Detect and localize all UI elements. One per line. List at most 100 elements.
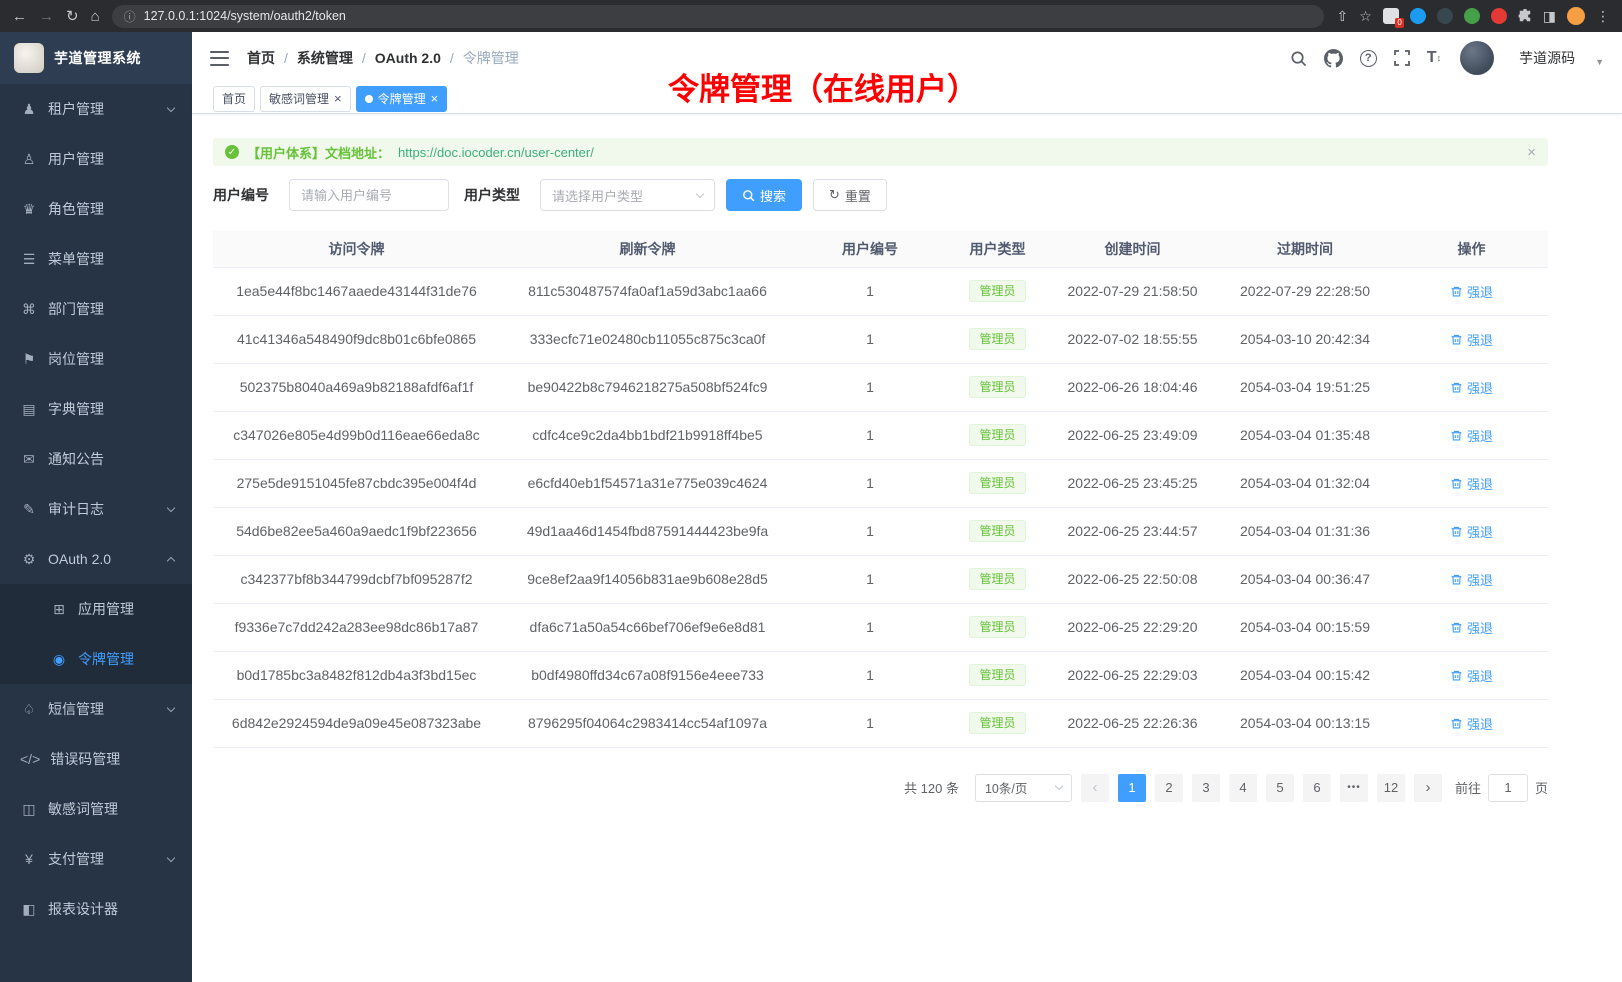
sidebar-item-oauth2[interactable]: ⚙ OAuth 2.0: [0, 534, 192, 584]
token-signal-icon: ◉: [50, 651, 68, 668]
sidebar-item-tenant[interactable]: ♟ 租户管理: [0, 84, 192, 134]
table-row: 1ea5e44f8bc1467aaede43144f31de76 811c530…: [213, 267, 1548, 315]
font-size-icon[interactable]: T↕: [1427, 49, 1441, 67]
chevron-down-icon[interactable]: ▼: [1595, 57, 1604, 67]
sidebar-item-error-code[interactable]: </> 错误码管理: [0, 734, 192, 784]
user-type-placeholder: 请选择用户类型: [552, 186, 643, 205]
search-icon[interactable]: [1290, 50, 1307, 67]
more-pages-button[interactable]: •••: [1340, 774, 1368, 802]
tab-sensitive-word[interactable]: 敏感词管理 ×: [260, 86, 351, 112]
forward-icon[interactable]: →: [39, 9, 54, 24]
sidebar-collapse-icon[interactable]: [210, 51, 229, 66]
role-icon: ♛: [20, 201, 38, 218]
next-page-button[interactable]: ›: [1414, 774, 1442, 802]
sidebar-item-oauth2-token[interactable]: ◉ 令牌管理: [0, 634, 192, 684]
sidebar-item-pay[interactable]: ¥ 支付管理: [0, 834, 192, 884]
force-logout-button[interactable]: 强退: [1450, 570, 1493, 589]
sidebar-item-notice[interactable]: ✉ 通知公告: [0, 434, 192, 484]
table-row: b0d1785bc3a8482f812db4a3f3bd15ec b0df498…: [213, 651, 1548, 699]
tab-home[interactable]: 首页: [213, 86, 255, 112]
browser-menu-icon[interactable]: ⋮: [1596, 8, 1610, 25]
tab-oauth2-token[interactable]: 令牌管理 ×: [356, 86, 448, 112]
help-icon[interactable]: ?: [1360, 50, 1377, 67]
force-logout-button[interactable]: 强退: [1450, 282, 1493, 301]
page-3-button[interactable]: 3: [1192, 774, 1220, 802]
github-icon[interactable]: [1324, 49, 1343, 68]
reload-icon[interactable]: ↻: [66, 9, 79, 24]
breadcrumb-separator: /: [284, 50, 288, 66]
user-type-label: 用户类型: [464, 185, 520, 205]
browser-panel-icon[interactable]: ◨: [1543, 8, 1556, 25]
sidebar-item-oauth2-application[interactable]: ⊞ 应用管理: [0, 584, 192, 634]
user-name[interactable]: 芋道源码: [1519, 48, 1575, 68]
page-4-button[interactable]: 4: [1229, 774, 1257, 802]
extension-icon-3[interactable]: [1437, 8, 1453, 24]
close-icon[interactable]: ×: [334, 92, 342, 105]
force-logout-button[interactable]: 强退: [1450, 714, 1493, 733]
sms-shield-icon: ♤: [20, 701, 38, 718]
alert-close-icon[interactable]: ×: [1527, 144, 1536, 161]
user-type-tag: 管理员: [969, 712, 1025, 734]
user-type-select[interactable]: 请选择用户类型: [540, 179, 715, 211]
delete-icon: [1450, 525, 1463, 538]
token-table: 访问令牌 刷新令牌 用户编号 用户类型 创建时间 过期时间 操作 1ea5e44…: [213, 231, 1548, 748]
page-size-select[interactable]: 10条/页: [975, 774, 1072, 802]
share-icon[interactable]: ⇧: [1336, 8, 1348, 25]
sidebar-item-post[interactable]: ⚑ 岗位管理: [0, 334, 192, 384]
refresh-icon: ↻: [829, 187, 840, 203]
sidebar-item-dict[interactable]: ▤ 字典管理: [0, 384, 192, 434]
pagination: 共 120 条 10条/页 ‹ 123456•••12 › 前往 页: [213, 774, 1548, 802]
page-content: ✓ 【用户体系】文档地址： https://doc.iocoder.cn/use…: [192, 114, 1622, 982]
page-1-button[interactable]: 1: [1118, 774, 1146, 802]
doc-link[interactable]: https://doc.iocoder.cn/user-center/: [398, 145, 594, 160]
app-window: 芋道管理系统 ♟ 租户管理 ♙ 用户管理 ♛ 角色管理 ☰ 菜单管理 ⌘ 部门管…: [0, 32, 1622, 982]
page-6-button[interactable]: 6: [1303, 774, 1331, 802]
extension-icon-1[interactable]: 0: [1383, 8, 1399, 24]
address-bar[interactable]: ⓘ 127.0.0.1:1024/system/oauth2/token: [112, 5, 1325, 28]
extension-icon-2[interactable]: [1410, 8, 1426, 24]
breadcrumb-item[interactable]: 系统管理: [297, 48, 353, 68]
user-id-input[interactable]: [289, 179, 449, 211]
extensions-puzzle-icon[interactable]: [1518, 9, 1532, 23]
app-logo[interactable]: 芋道管理系统: [0, 32, 192, 84]
sidebar-item-user[interactable]: ♙ 用户管理: [0, 134, 192, 184]
bookmark-star-icon[interactable]: ☆: [1359, 8, 1372, 25]
browser-profile-avatar[interactable]: [1567, 7, 1585, 25]
sidebar-item-audit-log[interactable]: ✎ 审计日志: [0, 484, 192, 534]
force-logout-button[interactable]: 强退: [1450, 330, 1493, 349]
force-logout-button[interactable]: 强退: [1450, 666, 1493, 685]
force-logout-button[interactable]: 强退: [1450, 474, 1493, 493]
breadcrumb-item[interactable]: 首页: [247, 48, 275, 68]
site-info-icon[interactable]: ⓘ: [124, 8, 136, 25]
sidebar-item-dept[interactable]: ⌘ 部门管理: [0, 284, 192, 334]
user-type-tag: 管理员: [969, 328, 1025, 350]
extension-icon-5[interactable]: [1491, 8, 1507, 24]
breadcrumb: 首页/系统管理/OAuth 2.0/令牌管理: [247, 48, 519, 68]
page-5-button[interactable]: 5: [1266, 774, 1294, 802]
sidebar-item-role[interactable]: ♛ 角色管理: [0, 184, 192, 234]
sidebar-item-sms[interactable]: ♤ 短信管理: [0, 684, 192, 734]
sidebar-item-menu[interactable]: ☰ 菜单管理: [0, 234, 192, 284]
page-2-button[interactable]: 2: [1155, 774, 1183, 802]
sidebar-item-report-designer[interactable]: ◧ 报表设计器: [0, 884, 192, 934]
force-logout-button[interactable]: 强退: [1450, 522, 1493, 541]
sidebar-item-sensitive-word[interactable]: ◫ 敏感词管理: [0, 784, 192, 834]
fullscreen-icon[interactable]: [1394, 50, 1410, 66]
force-logout-button[interactable]: 强退: [1450, 378, 1493, 397]
goto-page-input[interactable]: [1488, 774, 1528, 802]
back-icon[interactable]: ←: [12, 9, 27, 24]
close-icon[interactable]: ×: [431, 92, 439, 105]
user-avatar[interactable]: [1460, 41, 1494, 75]
chevron-down-icon: [1055, 782, 1063, 790]
extension-icon-4[interactable]: [1464, 8, 1480, 24]
breadcrumb-item[interactable]: OAuth 2.0: [375, 50, 441, 66]
prev-page-button[interactable]: ‹: [1081, 774, 1109, 802]
search-button[interactable]: 搜索: [726, 179, 802, 211]
reset-button[interactable]: ↻ 重置: [813, 179, 887, 211]
home-icon[interactable]: ⌂: [91, 9, 100, 24]
page-12-button[interactable]: 12: [1377, 774, 1405, 802]
browser-toolbar-right: ⇧ ☆ 0 ◨ ⋮: [1336, 7, 1610, 25]
breadcrumb-item: 令牌管理: [463, 48, 519, 68]
force-logout-button[interactable]: 强退: [1450, 426, 1493, 445]
force-logout-button[interactable]: 强退: [1450, 618, 1493, 637]
